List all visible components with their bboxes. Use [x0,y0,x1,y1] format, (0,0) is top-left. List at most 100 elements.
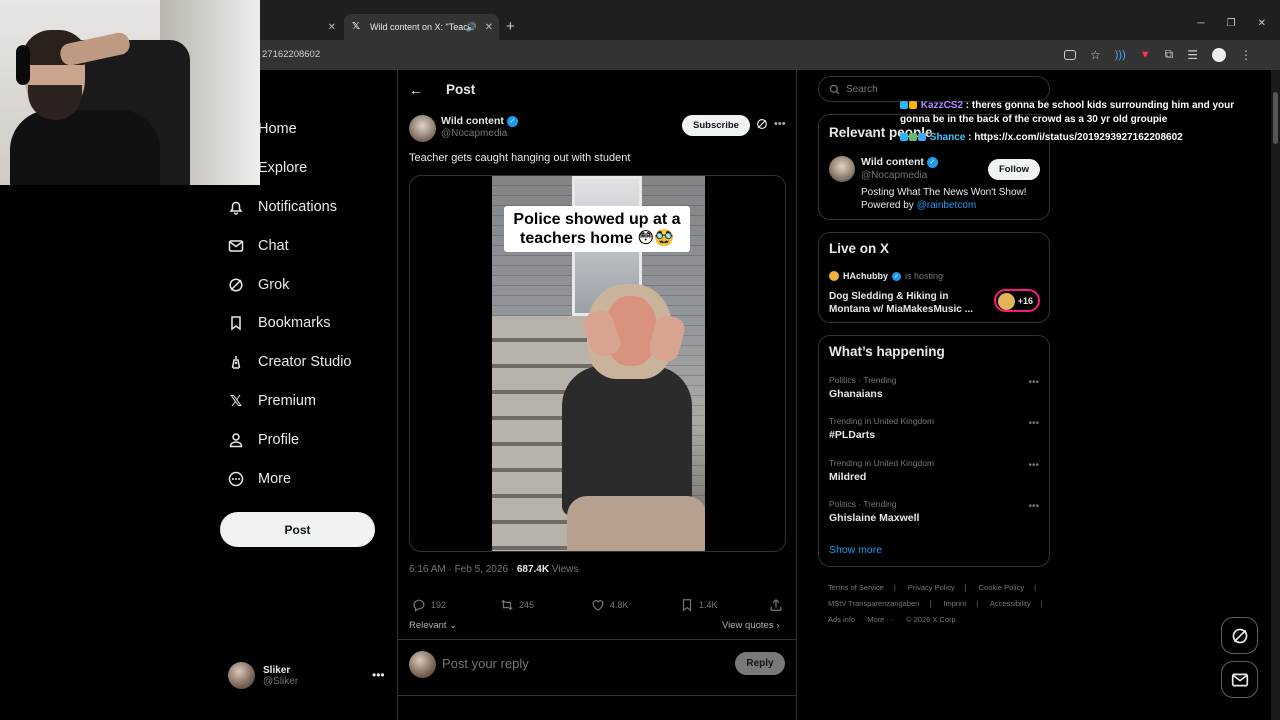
listener-avatar [998,293,1015,310]
footer-link[interactable]: Ads info [828,615,855,624]
nav-item-explore[interactable]: Explore [228,160,307,176]
relevant-person-name[interactable]: Wild content ✓ [861,156,938,168]
live-listeners-badge[interactable]: +16 [994,289,1040,312]
bio-link[interactable]: @rainbetcom [917,200,977,211]
show-more-link[interactable]: Show more [829,544,882,556]
star-icon[interactable]: ☆ [1090,48,1101,62]
live-host[interactable]: HAchubby ✓ is hosting [829,271,943,281]
post-more-icon[interactable]: ••• [774,118,786,130]
close-icon[interactable]: ✕ [328,22,336,33]
menu-icon[interactable]: ⋮ [1240,48,1252,62]
reply-button[interactable]: Reply [735,652,785,675]
trend-more-icon[interactable]: ••• [1028,377,1039,388]
install-icon[interactable] [1064,49,1076,60]
nav-label: Chat [258,238,289,254]
account-handle: @Sliker [263,675,299,687]
footer-link[interactable]: Accessibility [990,599,1031,608]
listener-count: +16 [1017,295,1033,306]
bookmark-action[interactable]: 1.4K [680,598,718,612]
author-avatar[interactable] [409,115,436,142]
trend-item[interactable]: Politics · Trending Ghanaians ••• [829,375,1039,400]
relevant-person-handle[interactable]: @Nocapmedia [861,170,927,181]
author-handle[interactable]: @Nocapmedia [441,128,507,139]
account-switcher[interactable]: Sliker @Sliker [228,662,298,689]
like-count: 4.8K [610,600,629,610]
nav-label: Explore [258,160,308,176]
minimize-icon[interactable]: ─ [1198,18,1205,29]
repost-action[interactable]: 245 [500,598,534,612]
new-tab-button[interactable]: + [506,18,515,35]
follow-button[interactable]: Follow [988,159,1040,180]
trend-more-icon[interactable]: ••• [1028,418,1039,429]
nav-label: Profile [258,432,300,448]
home-icon [228,121,244,137]
footer-link[interactable]: MStV Transparenzangaben [828,599,919,608]
grok-icon[interactable] [756,118,768,130]
reply-action[interactable]: 192 [412,598,446,612]
chat-username: Shance [929,132,966,143]
footer-link[interactable]: Cookie Policy [979,583,1024,592]
scrollbar-thumb[interactable] [1273,92,1278,144]
profile-icon[interactable] [1212,47,1226,62]
share-action[interactable] [769,598,783,612]
nav-item-profile[interactable]: Profile [228,432,299,448]
nav-item-premium[interactable]: 𝕏 Premium [228,393,316,410]
post-video[interactable]: Police showed up at a teachers home 😳🥸 [409,175,786,552]
reply-sort-dropdown[interactable]: Relevant ⌄ [409,620,457,631]
extension-blue-icon[interactable]: ))) [1115,49,1126,61]
nav-item-home[interactable]: Home [228,121,297,137]
like-action[interactable]: 4.8K [591,598,629,612]
view-quotes-label: View quotes [722,620,774,631]
grok-floating-button[interactable] [1221,617,1258,654]
scrollbar[interactable] [1271,70,1280,720]
restore-icon[interactable]: ❐ [1227,18,1236,29]
nav-label: Home [258,121,297,137]
view-quotes-link[interactable]: View quotes › [722,620,779,631]
account-more-icon[interactable]: ••• [372,668,385,682]
footer-link[interactable]: Imprint [943,599,966,608]
repost-icon [500,598,514,612]
close-icon[interactable]: ✕ [485,22,493,33]
footer-link[interactable]: Terms of Service [828,583,884,592]
footer-separator: | [893,583,896,592]
live-space-title[interactable]: Dog Sledding & Hiking in Montana w/ MiaM… [829,290,989,316]
trend-item[interactable]: Trending in United Kingdom #PLDarts ••• [829,416,1039,441]
url-field[interactable]: 27162208602 [262,49,320,60]
browser-tab-active[interactable]: 𝕏 Wild content on X: "Teache 🔊 ✕ [344,14,499,40]
extension-red-icon[interactable]: ▼ [1140,49,1151,61]
nav-item-bookmarks[interactable]: Bookmarks [228,315,331,331]
speaker-icon[interactable]: 🔊 [466,22,477,33]
nav-item-chat[interactable]: Chat [228,238,289,254]
media-icon[interactable]: ☰ [1187,48,1198,62]
comment-icon [412,598,426,612]
nav-item-grok[interactable]: Grok [228,277,289,293]
footer-separator: | [929,599,932,608]
trend-item[interactable]: Politics · Trending Ghislaine Maxwell ••… [829,499,1039,524]
puzzle-icon[interactable]: ⧉ [1165,47,1174,62]
messages-floating-button[interactable] [1221,661,1258,698]
host-status: is hosting [905,271,944,281]
nav-item-notifications[interactable]: Notifications [228,199,337,215]
back-arrow-icon[interactable]: ← [409,82,423,98]
window-controls: ─ ❐ ✕ [1198,18,1266,29]
author-name[interactable]: Wild content ✓ [441,115,518,127]
post-time: 6:16 AM · Feb 5, 2026 · [409,564,517,575]
reply-input[interactable] [442,656,702,671]
post-button[interactable]: Post [220,512,375,547]
trend-item[interactable]: Trending in United Kingdom Mildred ••• [829,458,1039,483]
relevant-person-avatar[interactable] [829,156,855,182]
host-avatar [829,271,839,281]
footer-link[interactable]: More ··· [867,615,894,624]
subscribe-button[interactable]: Subscribe [682,115,750,136]
trend-more-icon[interactable]: ••• [1028,501,1039,512]
trend-more-icon[interactable]: ••• [1028,460,1039,471]
close-window-icon[interactable]: ✕ [1258,18,1266,29]
nav-item-more[interactable]: More [228,471,291,487]
mail-icon [228,238,244,254]
author-name-text: Wild content [441,115,504,127]
footer-link[interactable]: Privacy Policy [908,583,955,592]
browser-tab-previous[interactable]: ✕ [262,14,342,40]
bookmark-icon [228,315,244,331]
trend-category: Politics · Trending [829,499,897,509]
nav-item-creator-studio[interactable]: Creator Studio [228,354,352,370]
